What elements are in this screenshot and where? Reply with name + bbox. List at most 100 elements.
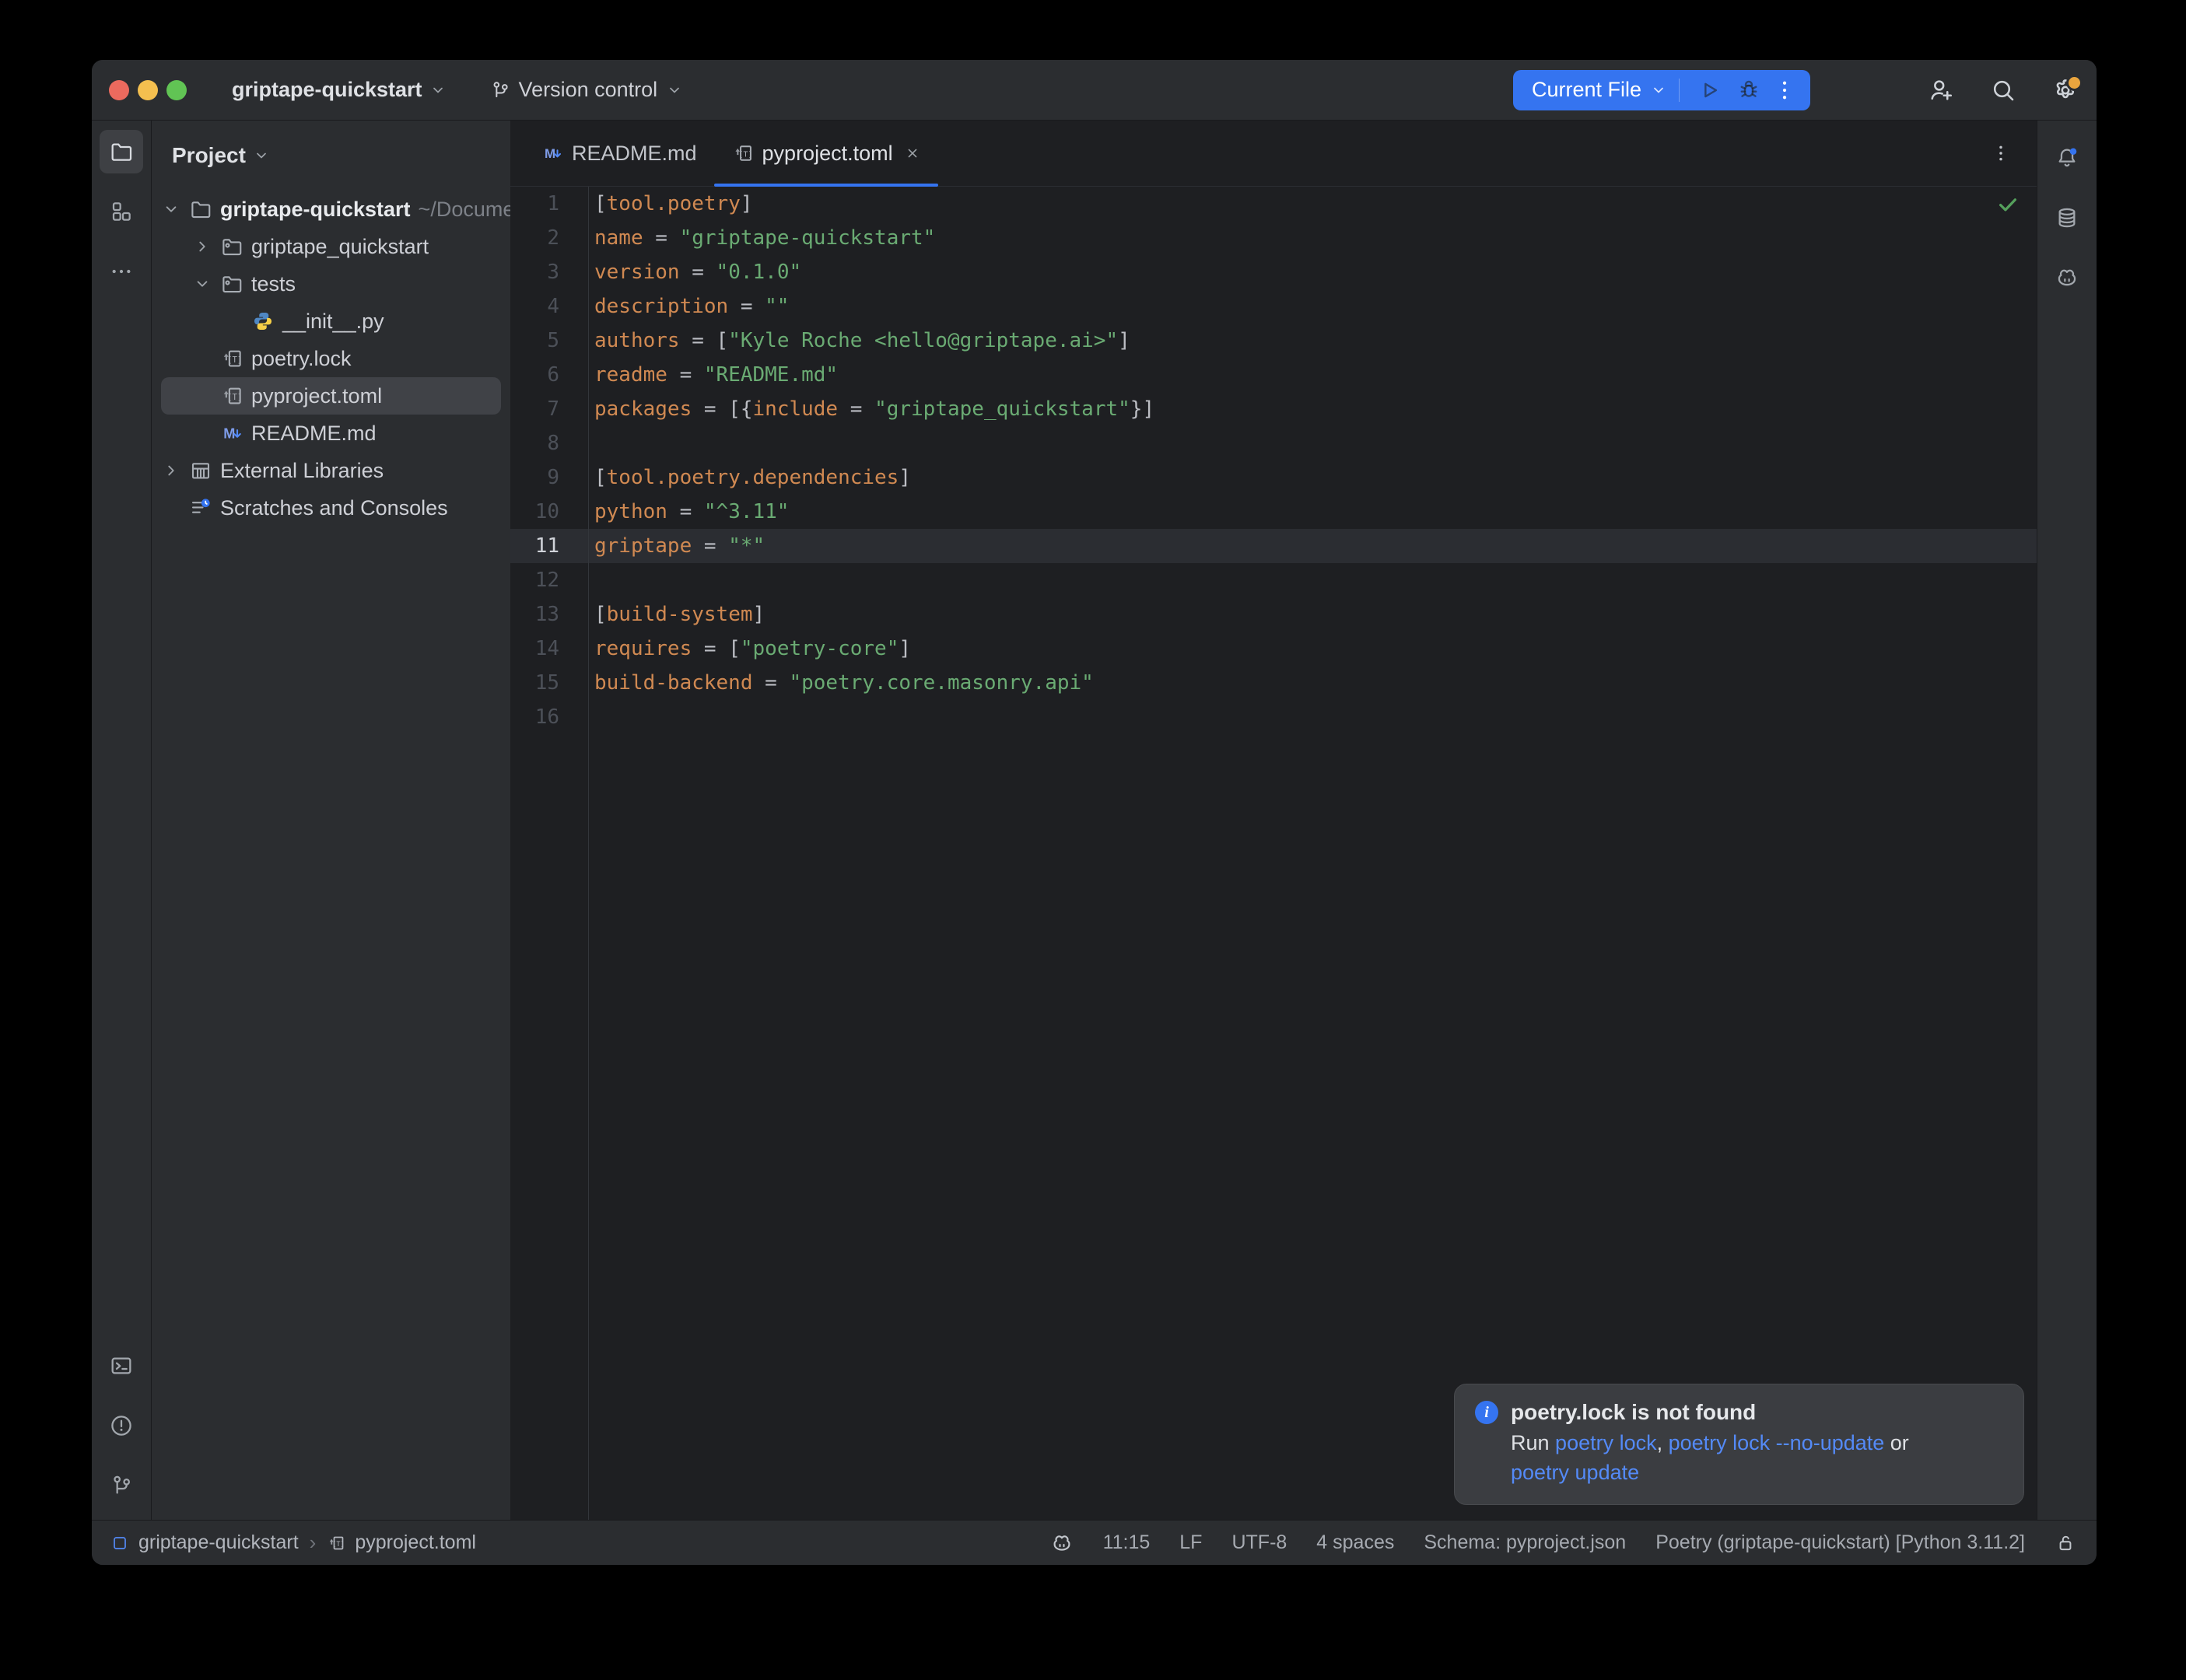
tree-item-poetry-lock[interactable]: [T]poetry.lock xyxy=(161,340,501,377)
chevron-down-icon[interactable] xyxy=(192,274,220,294)
settings-gear-icon[interactable] xyxy=(2051,76,2079,104)
code-editor[interactable]: 1[tool.poetry]2name = "griptape-quicksta… xyxy=(510,187,2037,1520)
project-panel-title: Project xyxy=(172,143,246,168)
inspections-ok-icon[interactable] xyxy=(1996,193,2020,216)
close-tab-icon[interactable] xyxy=(904,145,921,162)
status-item[interactable]: 4 spaces xyxy=(1316,1531,1394,1554)
structure-tool-button[interactable] xyxy=(100,190,143,233)
zoom-window-button[interactable] xyxy=(166,80,187,100)
code-line-1[interactable]: 1[tool.poetry] xyxy=(510,187,2037,221)
tab-readme[interactable]: M README.md xyxy=(524,121,714,186)
notification-link[interactable]: poetry lock xyxy=(1555,1431,1657,1454)
code-with-me-icon[interactable] xyxy=(1927,76,1955,104)
code-text: name = "griptape-quickstart" xyxy=(588,221,935,255)
minimize-window-button[interactable] xyxy=(138,80,158,100)
code-line-5[interactable]: 5authors = ["Kyle Roche <hello@griptape.… xyxy=(510,324,2037,358)
breadcrumb: griptape-quickstart › [T] pyproject.toml xyxy=(110,1531,476,1555)
chevron-right-icon[interactable] xyxy=(192,236,220,257)
folder-pkg-icon xyxy=(220,272,243,296)
terminal-tool-button[interactable] xyxy=(100,1344,143,1388)
vcs-label: Version control xyxy=(519,78,658,102)
gutter-divider xyxy=(588,187,589,1520)
notification-body: Run poetry lock, poetry lock --no-update… xyxy=(1511,1428,2003,1487)
notification-text: Run xyxy=(1511,1431,1555,1454)
window-controls xyxy=(109,80,187,100)
chevron-right-icon[interactable] xyxy=(161,460,189,481)
structure-icon xyxy=(109,199,134,224)
notification-link[interactable]: poetry update xyxy=(1511,1461,1639,1484)
project-tool-button[interactable] xyxy=(100,130,143,173)
line-number: 3 xyxy=(510,255,588,289)
run-button-icon[interactable] xyxy=(1697,77,1723,103)
code-line-10[interactable]: 10python = "^3.11" xyxy=(510,495,2037,529)
status-item[interactable]: LF xyxy=(1179,1531,1202,1554)
tree-item-tests[interactable]: tests xyxy=(161,265,501,303)
line-number: 11 xyxy=(510,529,588,563)
unlocked-icon[interactable] xyxy=(2055,1532,2076,1554)
database-tool-button[interactable] xyxy=(2045,196,2089,240)
code-line-16[interactable]: 16 xyxy=(510,700,2037,734)
code-line-12[interactable]: 12 xyxy=(510,563,2037,597)
code-text: readme = "README.md" xyxy=(588,358,838,392)
code-line-8[interactable]: 8 xyxy=(510,426,2037,460)
project-widget[interactable]: griptape-quickstart xyxy=(232,78,447,102)
markdown-icon: M xyxy=(220,422,243,445)
line-number: 14 xyxy=(510,632,588,666)
code-line-9[interactable]: 9[tool.poetry.dependencies] xyxy=(510,460,2037,495)
tree-item-pyproject-toml[interactable]: [T]pyproject.toml xyxy=(161,377,501,415)
more-tools-button[interactable] xyxy=(100,250,143,293)
status-item[interactable]: UTF-8 xyxy=(1231,1531,1287,1554)
status-item[interactable]: Poetry (griptape-quickstart) [Python 3.1… xyxy=(1655,1531,2025,1554)
notification-link[interactable]: poetry lock --no-update xyxy=(1669,1431,1885,1454)
tab-options-icon[interactable] xyxy=(1990,142,2012,164)
debug-button-icon[interactable] xyxy=(1736,77,1762,103)
status-bar: griptape-quickstart › [T] pyproject.toml… xyxy=(92,1520,2097,1565)
tree-item-griptape-quickstart[interactable]: griptape-quickstart~/Docume xyxy=(161,191,501,228)
code-line-15[interactable]: 15build-backend = "poetry.core.masonry.a… xyxy=(510,666,2037,700)
breadcrumb-project[interactable]: griptape-quickstart xyxy=(138,1531,299,1554)
code-text xyxy=(588,426,594,460)
close-window-button[interactable] xyxy=(109,80,129,100)
notification-title: poetry.lock is not found xyxy=(1511,1400,1756,1425)
code-line-13[interactable]: 13[build-system] xyxy=(510,597,2037,632)
tab-pyproject[interactable]: [T] pyproject.toml xyxy=(714,121,938,186)
git-tool-button[interactable] xyxy=(100,1464,143,1507)
code-line-14[interactable]: 14requires = ["poetry-core"] xyxy=(510,632,2037,666)
chevron-down-icon xyxy=(665,81,684,100)
left-activity-bar xyxy=(92,121,152,1520)
notifications-tool-button[interactable] xyxy=(2045,136,2089,180)
ai-assistant-tool-button[interactable] xyxy=(2045,256,2089,299)
tree-item-griptape-quickstart[interactable]: griptape_quickstart xyxy=(161,228,501,265)
status-items-host: 11:15 LF UTF-8 4 spaces Schema: pyproject.js… xyxy=(1103,1531,2025,1554)
git-branch-icon xyxy=(109,1473,134,1498)
chevron-spacer xyxy=(161,498,189,518)
project-name: griptape-quickstart xyxy=(232,78,422,102)
search-icon[interactable] xyxy=(1989,76,2017,104)
breadcrumb-separator: › xyxy=(308,1531,318,1555)
code-line-6[interactable]: 6readme = "README.md" xyxy=(510,358,2037,392)
ide-window: griptape-quickstart Version control Curr… xyxy=(92,60,2097,1565)
chevron-down-icon[interactable] xyxy=(161,199,189,219)
copilot-status-icon[interactable] xyxy=(1050,1531,1074,1555)
tree-item-readme-md[interactable]: MREADME.md xyxy=(161,415,501,452)
tree-item--init-py[interactable]: __init__.py xyxy=(161,303,501,340)
code-line-3[interactable]: 3version = "0.1.0" xyxy=(510,255,2037,289)
tree-item-scratches-and-consoles[interactable]: Scratches and Consoles xyxy=(161,489,501,527)
more-run-options-icon[interactable] xyxy=(1771,77,1798,103)
code-line-2[interactable]: 2name = "griptape-quickstart" xyxy=(510,221,2037,255)
status-item[interactable]: 11:15 xyxy=(1103,1531,1151,1554)
code-line-11[interactable]: 11griptape = "*" xyxy=(510,529,2037,563)
code-line-4[interactable]: 4description = "" xyxy=(510,289,2037,324)
run-config-selector[interactable]: Current File xyxy=(1532,78,1641,102)
vcs-widget[interactable]: Version control xyxy=(489,78,685,102)
code-line-7[interactable]: 7packages = [{include = "griptape_quicks… xyxy=(510,392,2037,426)
tree-item-external-libraries[interactable]: External Libraries xyxy=(161,452,501,489)
project-panel: Project griptape-quickstart~/Documegript… xyxy=(152,121,510,1520)
problems-tool-button[interactable] xyxy=(100,1404,143,1447)
folder-icon xyxy=(189,198,212,221)
breadcrumb-file[interactable]: pyproject.toml xyxy=(355,1531,476,1554)
toml-file-icon: [T] xyxy=(327,1534,345,1552)
status-item[interactable]: Schema: pyproject.json xyxy=(1424,1531,1626,1554)
project-panel-header[interactable]: Project xyxy=(152,121,510,191)
chevron-down-icon[interactable] xyxy=(1649,81,1668,100)
